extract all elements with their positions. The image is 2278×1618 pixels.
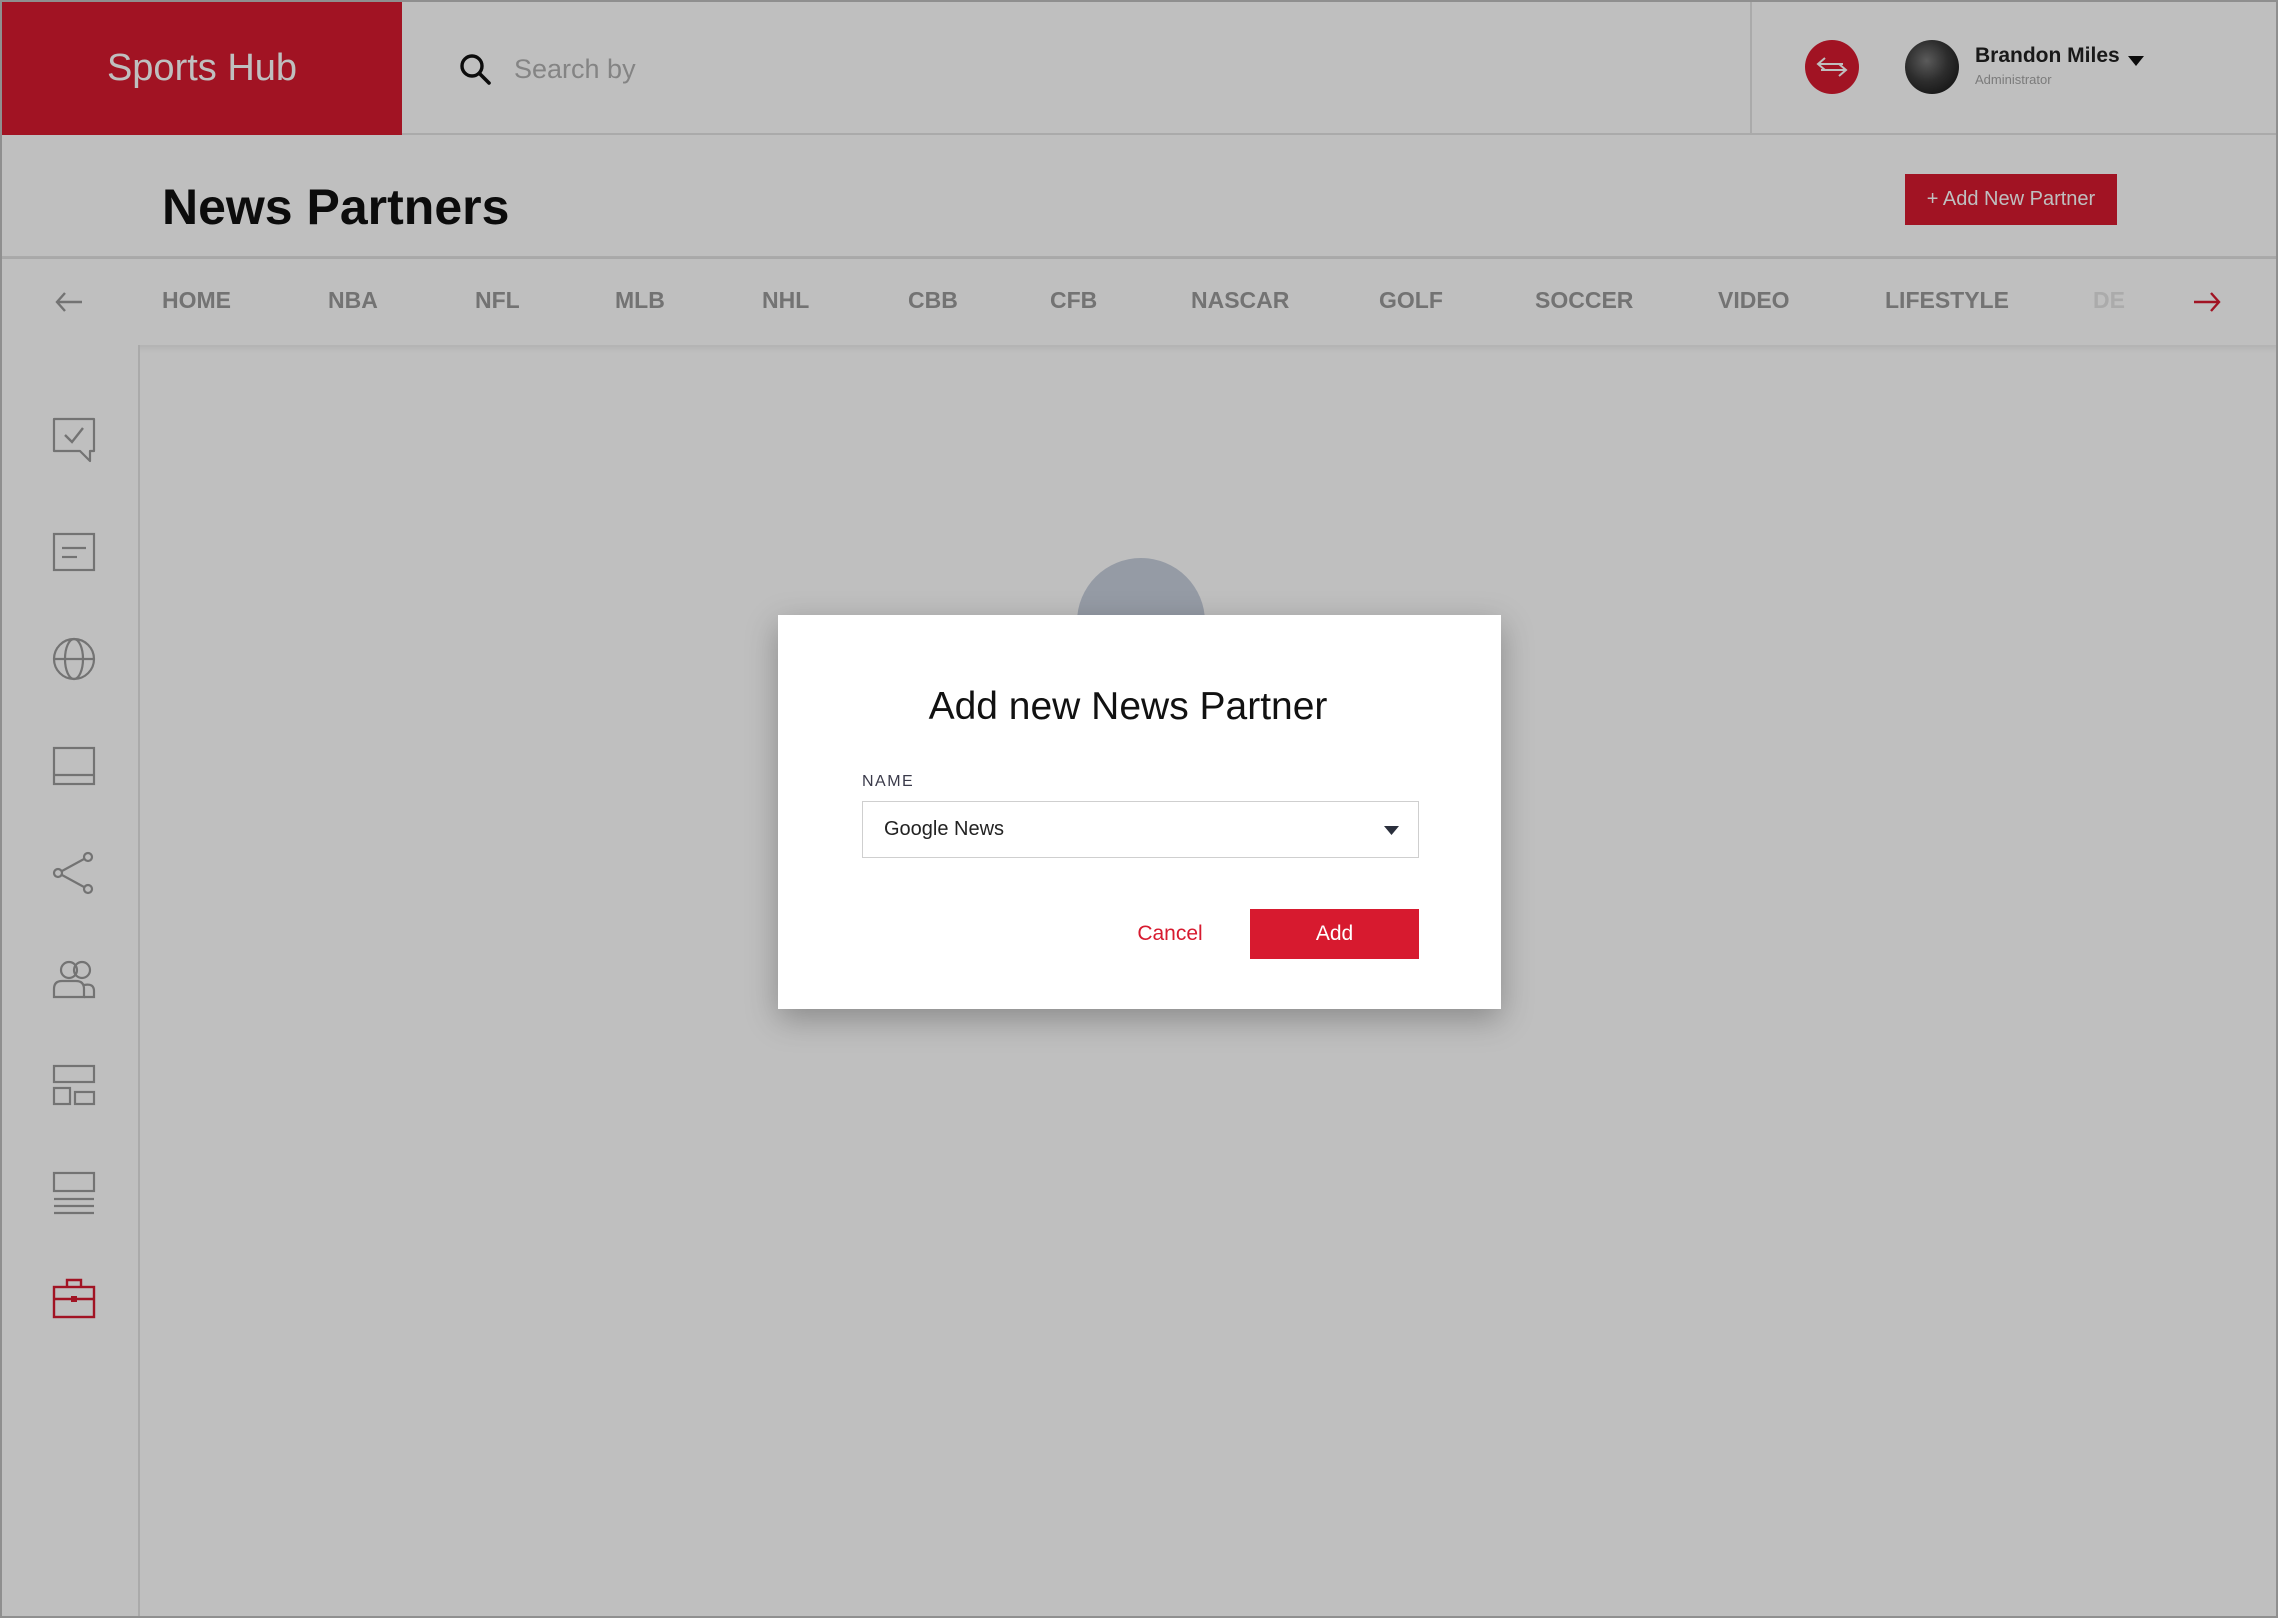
cancel-button[interactable]: Cancel — [1120, 909, 1220, 959]
page: Sports Hub Brandon Miles Administrator N… — [0, 0, 2278, 1618]
name-select-value: Google News — [884, 818, 1005, 840]
add-button[interactable]: Add — [1250, 909, 1419, 959]
chevron-down-icon — [1384, 826, 1399, 835]
dialog-title: Add new News Partner — [928, 685, 1328, 728]
name-field-label: NAME — [862, 773, 915, 790]
name-select[interactable]: Google News — [862, 801, 1419, 858]
